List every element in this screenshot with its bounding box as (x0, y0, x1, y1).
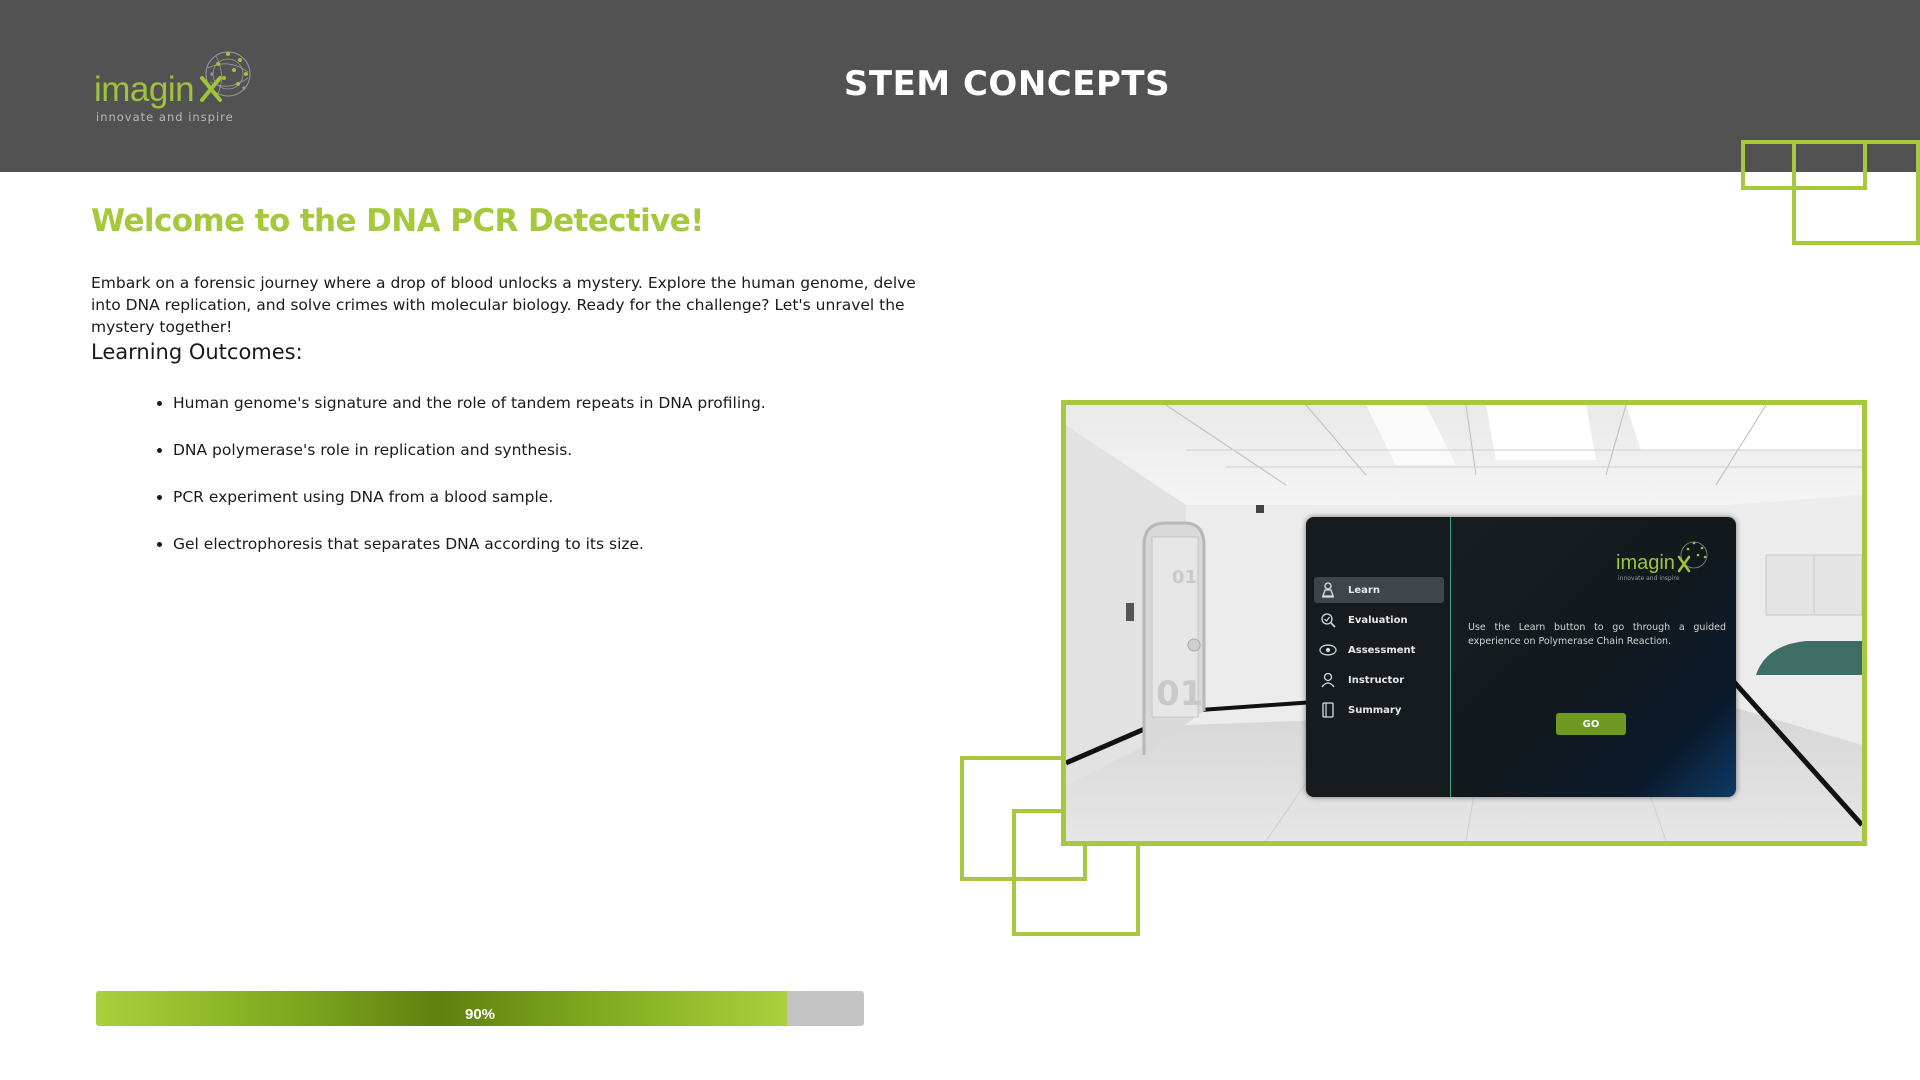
list-item: PCR experiment using DNA from a blood sa… (173, 486, 766, 533)
menu-item-summary[interactable]: Summary (1314, 697, 1444, 723)
door-label: 01 (1156, 674, 1203, 714)
progress-label: 90% (464, 1006, 496, 1023)
decorative-frame (1792, 140, 1920, 245)
list-item: Human genome's signature and the role of… (173, 392, 766, 439)
list-item: DNA polymerase's role in replication and… (173, 439, 766, 486)
menu-item-label: Summary (1348, 704, 1402, 716)
page-title: STEM CONCEPTS (843, 64, 1171, 104)
list-item: Gel electrophoresis that separates DNA a… (173, 533, 766, 580)
evaluation-icon (1319, 611, 1337, 629)
assessment-icon (1319, 641, 1337, 659)
menu-item-label: Evaluation (1348, 614, 1408, 626)
menu-item-learn[interactable]: Learn (1314, 577, 1444, 603)
summary-icon (1319, 701, 1337, 719)
learning-outcomes-list: Human genome's signature and the role of… (91, 392, 766, 580)
menu-item-evaluation[interactable]: Evaluation (1314, 607, 1444, 633)
vr-menu-sidebar: Learn Evaluation Assessment Instructor S… (1306, 517, 1451, 797)
menu-item-label: Instructor (1348, 674, 1405, 686)
logo-wordmark: imagin (1616, 552, 1675, 574)
logo-tagline: innovate and inspire (1618, 575, 1680, 582)
learning-outcomes-heading: Learning Outcomes: (91, 340, 303, 364)
logo-tagline: innovate and inspire (96, 110, 234, 124)
go-button[interactable]: GO (1556, 713, 1626, 735)
welcome-heading: Welcome to the DNA PCR Detective! (91, 203, 704, 239)
learn-icon (1319, 581, 1337, 599)
door-label: 01 (1172, 567, 1197, 588)
header-bar: imagin innovate and inspire STEM CONCEPT… (0, 0, 1920, 172)
menu-item-instructor[interactable]: Instructor (1314, 667, 1444, 693)
vr-menu-panel: Learn Evaluation Assessment Instructor S… (1306, 517, 1736, 797)
panel-description: Use the Learn button to go through a gui… (1468, 622, 1726, 647)
logo-x-network-icon (1677, 541, 1708, 573)
menu-item-label: Assessment (1348, 644, 1416, 656)
instructor-icon (1319, 671, 1337, 689)
intro-paragraph: Embark on a forensic journey where a dro… (91, 274, 916, 336)
progress-bar: 90% (96, 991, 864, 1026)
lab-preview-image: 01 01 Learn Evaluation Assessment Instru… (1061, 400, 1867, 846)
menu-item-label: Learn (1348, 584, 1380, 596)
menu-item-assessment[interactable]: Assessment (1314, 637, 1444, 663)
